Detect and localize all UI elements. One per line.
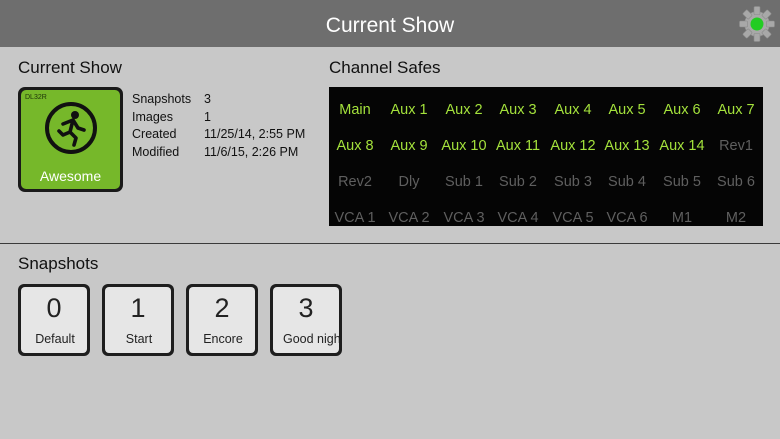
- snapshot-number: 2: [214, 293, 230, 323]
- show-thumbnail[interactable]: DL32R Awesome: [18, 87, 123, 192]
- channel-safes-grid: Main Aux 1 Aux 2 Aux 3 Aux 4 Aux 5 Aux 6 Aux 7A…: [329, 87, 763, 226]
- info-key: Snapshots: [132, 92, 192, 106]
- channel-safe-sub-6[interactable]: Sub 6: [709, 164, 763, 200]
- info-value: 3: [204, 92, 211, 106]
- channel-safe-aux-1[interactable]: Aux 1: [382, 92, 436, 128]
- channel-safe-aux-3[interactable]: Aux 3: [491, 92, 545, 128]
- channel-safe-aux-11[interactable]: Aux 11: [491, 128, 545, 164]
- channel-safe-m1[interactable]: M1: [655, 200, 709, 226]
- snapshot-number: 1: [130, 293, 146, 323]
- channel-safe-vca-4[interactable]: VCA 4: [491, 200, 545, 226]
- snapshot-label: Good night: [283, 332, 339, 346]
- snapshot-button-good-night[interactable]: 3 Good night: [270, 284, 342, 356]
- snapshot-number: 0: [46, 293, 62, 323]
- info-value: 11/25/14, 2:55 PM: [204, 127, 306, 141]
- info-key: Created: [132, 127, 177, 141]
- page-title: Current Show: [325, 14, 455, 37]
- channel-safe-vca-3[interactable]: VCA 3: [437, 200, 491, 226]
- snapshot-label: Start: [125, 332, 153, 346]
- channel-safe-sub-2[interactable]: Sub 2: [491, 164, 545, 200]
- snapshot-button-default[interactable]: 0 Default: [18, 284, 90, 356]
- channel-safe-sub-3[interactable]: Sub 3: [546, 164, 600, 200]
- channel-safe-aux-12[interactable]: Aux 12: [546, 128, 600, 164]
- channel-safe-m2[interactable]: M2: [709, 200, 763, 226]
- channel-safe-dly[interactable]: Dly: [382, 164, 436, 200]
- info-key: Modified: [132, 144, 180, 159]
- gear-icon[interactable]: [738, 5, 776, 43]
- channel-safe-vca-2[interactable]: VCA 2: [382, 200, 436, 226]
- snapshot-button-start[interactable]: 1 Start: [102, 284, 174, 356]
- channel-safe-aux-10[interactable]: Aux 10: [437, 128, 491, 164]
- info-value: 1: [204, 109, 211, 124]
- current-show-heading: Current Show: [18, 58, 122, 77]
- channel-safe-aux-4[interactable]: Aux 4: [546, 92, 600, 128]
- channel-safe-vca-6[interactable]: VCA 6: [600, 200, 654, 226]
- channel-safe-rev1[interactable]: Rev1: [709, 128, 763, 164]
- snapshots-heading: Snapshots: [18, 254, 99, 273]
- snapshot-label: Encore: [203, 332, 243, 346]
- channel-safe-aux-2[interactable]: Aux 2: [437, 92, 491, 128]
- info-row-modified: Modified 11/6/15, 2:26 PM: [132, 144, 305, 162]
- snapshot-button-encore[interactable]: 2 Encore: [186, 284, 258, 356]
- channel-safes-heading: Channel Safes: [329, 58, 441, 77]
- channel-safe-aux-9[interactable]: Aux 9: [382, 128, 436, 164]
- info-value: 11/6/15, 2:26 PM: [204, 144, 299, 159]
- channel-safe-aux-8[interactable]: Aux 8: [329, 128, 382, 164]
- running-man-icon: [45, 102, 97, 154]
- title-bar: Current Show: [0, 0, 780, 47]
- channel-safe-aux-6[interactable]: Aux 6: [655, 92, 709, 128]
- info-row-snapshots: Snapshots 3: [132, 91, 305, 109]
- snapshot-number: 3: [298, 293, 314, 323]
- channel-safe-main[interactable]: Main: [329, 92, 382, 128]
- show-info: Snapshots 3 Images 1 Created 11/25/14, 2:55…: [132, 91, 305, 161]
- channel-safe-aux-14[interactable]: Aux 14: [655, 128, 709, 164]
- info-row-images: Images 1: [132, 109, 305, 127]
- snapshot-label: Default: [35, 332, 75, 346]
- channel-safe-sub-4[interactable]: Sub 4: [600, 164, 654, 200]
- section-divider: [0, 243, 780, 244]
- channel-safe-vca-5[interactable]: VCA 5: [546, 200, 600, 226]
- status-indicator: [750, 17, 764, 31]
- channel-safe-aux-13[interactable]: Aux 13: [600, 128, 654, 164]
- channel-safe-vca-1[interactable]: VCA 1: [329, 200, 382, 226]
- channel-safe-rev2[interactable]: Rev2: [329, 164, 382, 200]
- channel-safe-sub-1[interactable]: Sub 1: [437, 164, 491, 200]
- channel-safe-aux-5[interactable]: Aux 5: [600, 92, 654, 128]
- channel-safe-sub-5[interactable]: Sub 5: [655, 164, 709, 200]
- channel-safe-aux-7[interactable]: Aux 7: [709, 92, 763, 128]
- show-name: Awesome: [39, 168, 102, 184]
- info-row-created: Created 11/25/14, 2:55 PM: [132, 126, 305, 144]
- info-key: Images: [132, 109, 173, 124]
